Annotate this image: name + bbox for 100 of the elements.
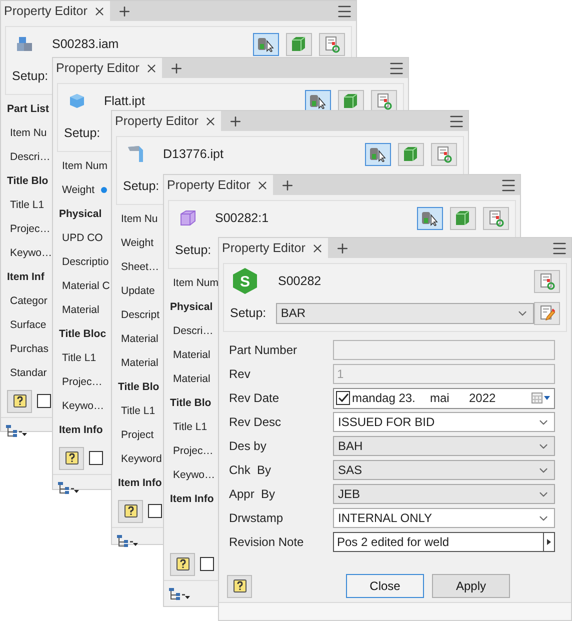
combo-box[interactable]: SAS: [333, 460, 555, 480]
add-tab-icon[interactable]: [168, 60, 184, 76]
toolbar-button[interactable]: [338, 90, 364, 112]
check-mark-icon: [338, 393, 348, 403]
tree-view-button[interactable]: [168, 586, 190, 600]
combo-box[interactable]: ISSUED FOR BID: [333, 412, 555, 432]
calendar-icon[interactable]: [531, 392, 551, 404]
tree-view-button[interactable]: [5, 424, 27, 438]
toolbar-button[interactable]: [431, 142, 457, 166]
combo-box[interactable]: JEB: [333, 484, 555, 504]
field-label: Chk By: [229, 463, 272, 477]
checkbox[interactable]: [148, 504, 162, 518]
toolbar-button[interactable]: [365, 142, 391, 166]
combo-box[interactable]: INTERNAL ONLY: [333, 508, 555, 528]
editor-tab[interactable]: Property Editor: [219, 238, 328, 258]
date-picker[interactable]: mandag 23. mai 2022: [333, 388, 555, 408]
property-label: Project: [121, 429, 154, 441]
checkbox[interactable]: [89, 451, 103, 465]
property-label: Item Num: [62, 160, 108, 172]
toolbar-button[interactable]: [534, 270, 560, 292]
close-icon[interactable]: [145, 62, 158, 74]
toolbar-button[interactable]: [253, 32, 279, 56]
checkbox[interactable]: [336, 391, 350, 405]
block-icon: [402, 146, 420, 162]
add-tab-icon[interactable]: [334, 240, 350, 256]
editor-tab[interactable]: Property Editor: [112, 111, 222, 131]
file-name: D13776.ipt: [163, 147, 224, 161]
setup-dropdown[interactable]: BAR: [276, 302, 534, 324]
property-label: Descript: [121, 309, 160, 321]
property-label: Item Num: [173, 277, 219, 289]
note-field[interactable]: Pos 2 edited for weld: [333, 532, 555, 552]
editor-tab[interactable]: Property Editor: [164, 175, 274, 195]
add-tab-icon[interactable]: [280, 178, 295, 192]
document-refresh-icon: [539, 272, 555, 290]
toolbar-button[interactable]: [534, 302, 560, 324]
help-button[interactable]: [227, 574, 252, 598]
toolbar-button[interactable]: [450, 206, 476, 230]
close-icon[interactable]: [311, 242, 324, 254]
property-label: Keywo…: [173, 469, 216, 481]
editor-tab[interactable]: Property Editor: [53, 58, 162, 78]
property-label: Item Nu: [121, 213, 158, 225]
toolbar-button[interactable]: [483, 206, 509, 230]
property-label: Material: [62, 304, 100, 316]
help-button[interactable]: [7, 390, 32, 412]
toolbar-button[interactable]: [398, 142, 424, 166]
assembly-icon: [16, 36, 34, 52]
dialog-button[interactable]: Apply: [432, 574, 510, 598]
section-heading: Item Info: [59, 424, 103, 436]
tree-view-button[interactable]: [116, 534, 138, 548]
toolbar-button[interactable]: [305, 90, 331, 112]
date-month: mai: [430, 391, 450, 405]
checkbox[interactable]: [200, 557, 214, 571]
tree-view-button[interactable]: [57, 480, 79, 494]
setup-label: Setup:: [123, 179, 160, 193]
combo-box[interactable]: BAH: [333, 436, 555, 456]
checkbox[interactable]: [37, 394, 51, 408]
property-label: Material C: [62, 280, 110, 292]
cube-icon: [68, 92, 86, 110]
add-tab-icon[interactable]: [116, 4, 132, 18]
property-label: Material: [121, 333, 158, 345]
property-label: Item Nu: [10, 127, 47, 139]
toolbar-button[interactable]: [286, 32, 312, 56]
property-label: Categor: [10, 295, 48, 307]
dialog-button[interactable]: Close: [346, 574, 424, 598]
logo-icon: S: [232, 267, 258, 295]
help-button[interactable]: [59, 446, 84, 470]
section-heading: Title Blo: [118, 381, 160, 393]
toolbar-button[interactable]: [417, 206, 443, 230]
property-label: Standar: [10, 367, 47, 379]
close-icon[interactable]: [256, 178, 270, 192]
property-label: Sheet…: [121, 261, 159, 273]
property-label: Projec…: [173, 445, 214, 457]
close-icon[interactable]: [93, 4, 106, 18]
help-icon: [124, 504, 138, 518]
section-heading: Title Blo: [170, 397, 212, 409]
file-name: S00282: [278, 274, 322, 288]
toolbar-button[interactable]: [319, 32, 345, 56]
help-button[interactable]: [118, 500, 143, 522]
property-label: Title L1: [62, 352, 96, 364]
status-dot-icon: [100, 187, 106, 193]
wireframe-cube-icon: [179, 209, 197, 227]
property-label: Keyword: [121, 453, 162, 465]
add-tab-icon[interactable]: [228, 114, 243, 128]
field-label: Drwstamp: [229, 511, 284, 525]
help-button[interactable]: [170, 552, 195, 576]
field-label: Appr By: [229, 487, 276, 501]
property-label: Update: [121, 285, 155, 297]
select-part-icon: [421, 210, 439, 226]
select-part-icon: [309, 93, 327, 109]
property-label: Projec…: [10, 223, 50, 235]
setup-label: Setup:: [64, 126, 100, 140]
toolbar-button[interactable]: [371, 90, 397, 112]
tree-view-icon: [57, 480, 79, 494]
tree-view-icon: [116, 534, 138, 548]
bent-plate-icon: [127, 144, 145, 164]
close-icon[interactable]: [204, 114, 218, 128]
field-label: Revision Note: [229, 535, 305, 549]
property-label: Descri…: [173, 325, 214, 337]
editor-tab[interactable]: Property Editor: [1, 1, 110, 21]
section-heading: Title Bloc: [59, 328, 106, 340]
